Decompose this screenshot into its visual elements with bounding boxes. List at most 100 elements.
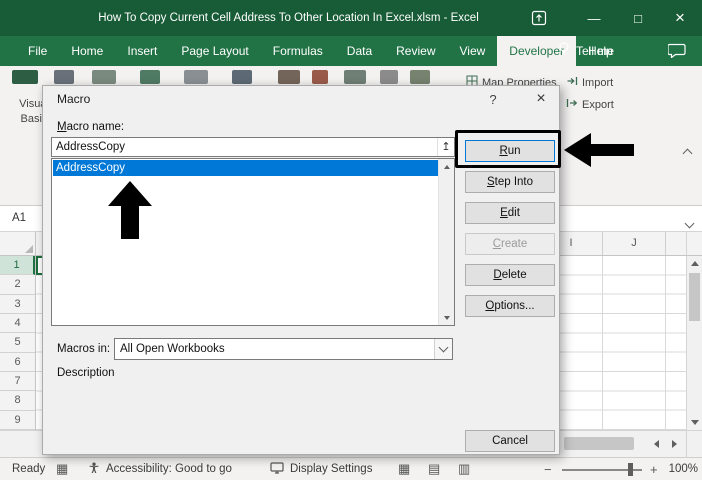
- row-header-3[interactable]: 3: [0, 295, 35, 314]
- tab-page-layout[interactable]: Page Layout: [169, 36, 260, 66]
- export-icon: [566, 96, 578, 114]
- dropdown-arrow-icon[interactable]: [434, 339, 452, 359]
- dialog-help-button[interactable]: ?: [483, 90, 503, 110]
- accessibility-status[interactable]: Accessibility: Good to go: [88, 458, 232, 480]
- status-bar: Ready ▦ Accessibility: Good to go Displa…: [0, 457, 702, 480]
- ribbon-button-partial[interactable]: [184, 70, 208, 84]
- ribbon-button-partial[interactable]: [344, 70, 366, 84]
- list-scroll-down-icon[interactable]: [439, 311, 454, 324]
- macro-name-label: Macro name:: [57, 121, 124, 133]
- view-page-layout-icon: ▤: [428, 461, 440, 477]
- row-header-7[interactable]: 7: [0, 372, 35, 391]
- name-box[interactable]: A1: [12, 206, 26, 231]
- macro-record-button[interactable]: ▦: [56, 458, 68, 480]
- macro-list-scrollbar[interactable]: [438, 159, 454, 325]
- view-normal-icon: ▦: [398, 461, 410, 477]
- zoom-in-icon: +: [650, 462, 658, 477]
- row-header-1[interactable]: 1: [0, 256, 35, 275]
- select-all-corner[interactable]: [0, 232, 36, 255]
- minimize-button[interactable]: —: [572, 0, 616, 36]
- macros-in-dropdown[interactable]: All Open Workbooks: [114, 338, 453, 360]
- ribbon-button-partial[interactable]: [312, 70, 328, 84]
- description-label: Description: [57, 367, 115, 379]
- ribbon-button-partial[interactable]: [54, 70, 74, 84]
- close-button[interactable]: ×: [658, 0, 702, 36]
- edit-button[interactable]: Edit: [465, 202, 555, 224]
- import-icon: [566, 74, 578, 92]
- create-button: Create: [465, 233, 555, 255]
- scroll-right-icon[interactable]: [666, 435, 682, 452]
- collapse-ribbon-icon[interactable]: [684, 144, 691, 162]
- tab-file[interactable]: File: [16, 36, 59, 66]
- tab-insert[interactable]: Insert: [115, 36, 169, 66]
- macro-name-value: AddressCopy: [56, 138, 125, 156]
- step-into-button[interactable]: Step Into: [465, 171, 555, 193]
- vertical-scrollbar-thumb[interactable]: [689, 273, 700, 321]
- tab-home[interactable]: Home: [59, 36, 115, 66]
- excel-window: How To Copy Current Cell Address To Othe…: [0, 0, 702, 480]
- minimize-icon: —: [588, 11, 601, 26]
- column-header-J[interactable]: J: [603, 232, 666, 255]
- close-icon: ×: [675, 8, 685, 28]
- accessibility-icon: [88, 462, 100, 477]
- list-scroll-up-icon[interactable]: [439, 160, 454, 173]
- view-page-break-icon: ▥: [458, 461, 470, 477]
- lightbulb-icon: [558, 41, 570, 62]
- row-header-8[interactable]: 8: [0, 391, 35, 410]
- dialog-title: Macro: [57, 92, 90, 106]
- ribbon-button-partial[interactable]: [232, 70, 252, 84]
- import-button[interactable]: Import: [566, 74, 613, 92]
- dialog-close-button[interactable]: ×: [529, 88, 553, 110]
- row-header-column: 1 2 3 4 5 6 7 8 9: [0, 256, 36, 430]
- zoom-out-icon: −: [544, 462, 552, 477]
- display-settings-icon: [270, 462, 284, 477]
- tab-review[interactable]: Review: [384, 36, 447, 66]
- row-header-2[interactable]: 2: [0, 275, 35, 294]
- ribbon-display-options-icon[interactable]: [531, 10, 547, 31]
- row-header-5[interactable]: 5: [0, 333, 35, 352]
- maximize-icon: □: [634, 11, 642, 26]
- tab-data[interactable]: Data: [335, 36, 384, 66]
- ribbon-button-partial[interactable]: [380, 70, 398, 84]
- export-button[interactable]: Export: [566, 96, 614, 114]
- view-page-layout-button[interactable]: ▤: [428, 458, 440, 480]
- macro-record-icon: ▦: [56, 461, 68, 477]
- options-button[interactable]: Options...: [465, 295, 555, 317]
- row-header-4[interactable]: 4: [0, 314, 35, 333]
- horizontal-scrollbar-thumb[interactable]: [564, 437, 634, 450]
- zoom-in-button[interactable]: +: [650, 458, 658, 480]
- tell-me-label: Tell me: [576, 44, 614, 58]
- zoom-slider-thumb[interactable]: [628, 463, 633, 476]
- tab-formulas[interactable]: Formulas: [261, 36, 335, 66]
- scroll-up-icon[interactable]: [687, 256, 702, 271]
- ribbon-button-partial[interactable]: [278, 70, 300, 84]
- annotation-arrow-left: [564, 133, 634, 167]
- macro-name-input[interactable]: AddressCopy ↥: [51, 137, 455, 157]
- view-normal-button[interactable]: ▦: [398, 458, 410, 480]
- macros-in-value: All Open Workbooks: [120, 339, 225, 359]
- display-settings-button[interactable]: Display Settings: [270, 458, 372, 480]
- cancel-button[interactable]: Cancel: [465, 430, 555, 452]
- zoom-out-button[interactable]: −: [544, 458, 552, 480]
- tab-view[interactable]: View: [448, 36, 498, 66]
- macro-list-item-selected[interactable]: AddressCopy: [53, 160, 438, 176]
- delete-button[interactable]: Delete: [465, 264, 555, 286]
- zoom-level-button[interactable]: 100%: [660, 458, 698, 480]
- vertical-scrollbar[interactable]: [686, 256, 702, 430]
- annotation-box-run: [455, 130, 561, 168]
- ribbon-button-partial[interactable]: [92, 70, 116, 84]
- ribbon-button-partial[interactable]: [12, 70, 38, 84]
- field-collapse-icon[interactable]: ↥: [437, 138, 454, 156]
- maximize-button[interactable]: □: [616, 0, 660, 36]
- scroll-down-icon[interactable]: [687, 415, 702, 430]
- formula-bar-expand-icon[interactable]: [686, 214, 693, 232]
- row-header-6[interactable]: 6: [0, 353, 35, 372]
- status-ready: Ready: [12, 458, 45, 480]
- scroll-left-icon[interactable]: [648, 435, 664, 452]
- ribbon-button-partial[interactable]: [140, 70, 160, 84]
- row-header-9[interactable]: 9: [0, 411, 35, 430]
- tell-me-button[interactable]: Tell me: [558, 36, 614, 66]
- comments-icon[interactable]: [668, 43, 686, 63]
- view-page-break-button[interactable]: ▥: [458, 458, 470, 480]
- ribbon-button-partial[interactable]: [410, 70, 430, 84]
